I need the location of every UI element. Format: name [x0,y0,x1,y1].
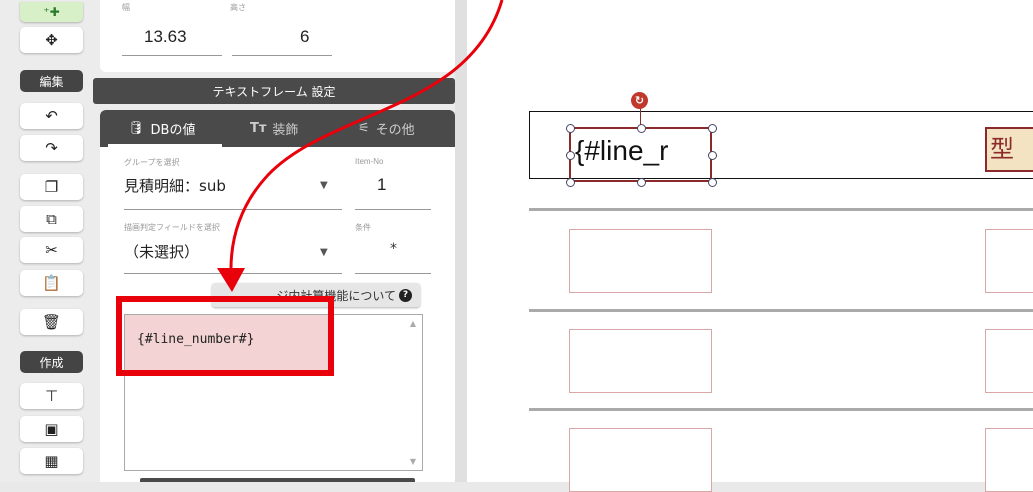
annotation-arrow-icon [217,0,504,292]
